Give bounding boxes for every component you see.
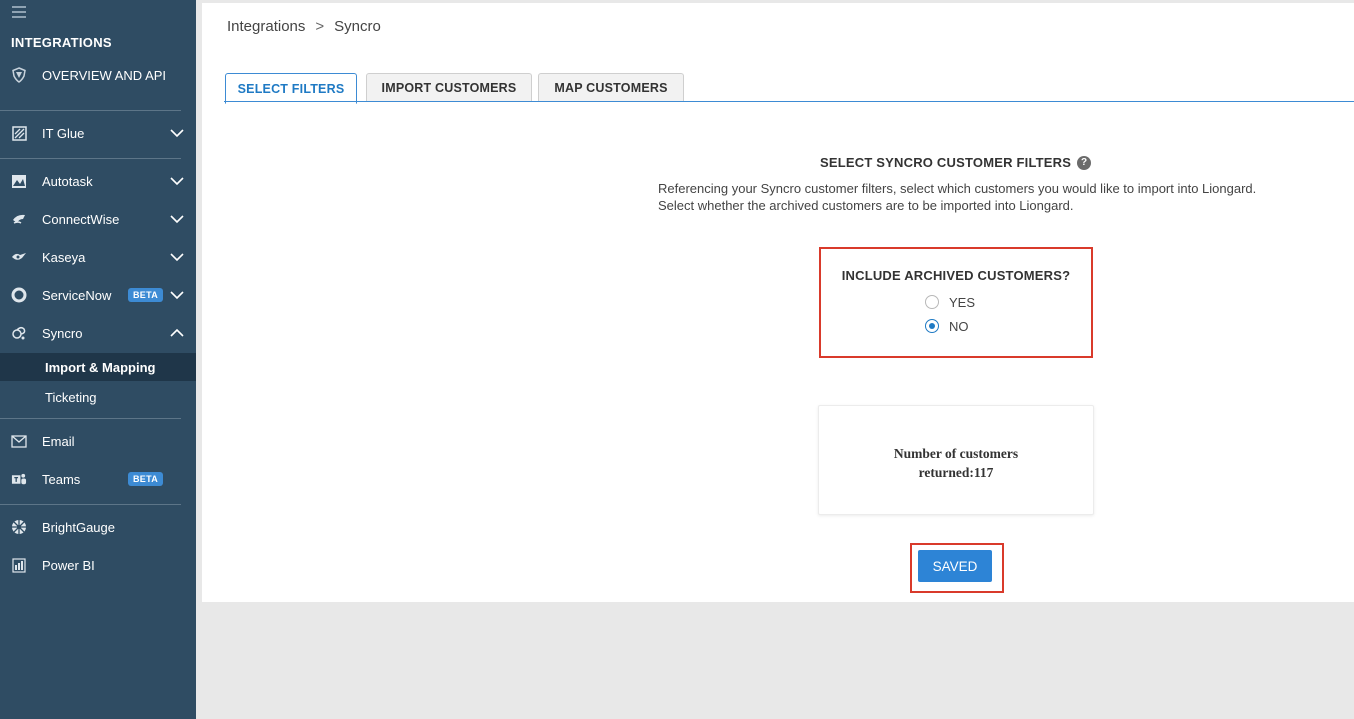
itglue-icon <box>11 125 27 141</box>
sidebar-item-teams[interactable]: Teams BETA <box>0 462 196 496</box>
chevron-up-icon <box>170 328 184 337</box>
sidebar-item-label: Power BI <box>42 557 95 573</box>
divider <box>0 504 181 505</box>
help-icon[interactable]: ? <box>1077 155 1092 170</box>
sidebar-item-brightgauge[interactable]: BrightGauge <box>0 510 196 544</box>
customer-count-text: Number of customers returned:117 <box>819 444 1093 482</box>
sidebar-item-autotask[interactable]: Autotask <box>0 164 196 198</box>
connectwise-icon <box>11 211 27 227</box>
syncro-icon <box>11 325 27 341</box>
filters-description: Referencing your Syncro customer filters… <box>658 181 1257 213</box>
sidebar-title: INTEGRATIONS <box>11 35 112 50</box>
customer-count-line1: Number of customers <box>893 446 1019 461</box>
tabs-underline <box>224 101 1354 102</box>
breadcrumb-separator: > <box>315 18 325 35</box>
radio-yes-label: YES <box>949 294 976 310</box>
chevron-down-icon <box>170 177 184 186</box>
sidebar-item-powerbi[interactable]: Power BI <box>0 548 196 582</box>
main-panel: Integrations > Syncro SELECT FILTERS IMPOR… <box>202 3 1354 602</box>
chevron-down-icon <box>170 291 184 300</box>
shield-icon <box>11 67 27 83</box>
sidebar-item-label: Syncro <box>42 325 83 341</box>
sidebar-item-email[interactable]: Email <box>0 424 196 458</box>
sidebar-item-label: Teams <box>42 471 81 487</box>
radio-no-label: NO <box>949 318 969 334</box>
sidebar-item-itglue[interactable]: IT Glue <box>0 116 196 150</box>
radio-yes-circle[interactable] <box>925 295 939 309</box>
sidebar-item-label: Kaseya <box>42 249 86 265</box>
customer-count-card: Number of customers returned:117 <box>818 405 1094 515</box>
tab-map-customers[interactable]: MAP CUSTOMERS <box>538 73 684 102</box>
sidebar-item-label: Autotask <box>42 173 93 189</box>
sidebar-item-kaseya[interactable]: Kaseya <box>0 240 196 274</box>
sidebar-subitem-ticketing[interactable]: Ticketing <box>0 383 196 411</box>
filters-title: SELECT SYNCRO CUSTOMER FILTERS ? <box>820 155 1092 170</box>
chevron-down-icon <box>170 129 184 138</box>
brightgauge-icon <box>11 519 27 535</box>
sidebar-item-label: Email <box>42 433 75 449</box>
chevron-down-icon <box>170 215 184 224</box>
mail-icon <box>11 433 27 449</box>
sidebar-item-label: ServiceNow <box>42 287 112 303</box>
divider <box>0 418 181 419</box>
menu-icon[interactable] <box>12 6 26 20</box>
chevron-down-icon <box>170 253 184 262</box>
breadcrumb-current: Syncro <box>334 18 381 35</box>
breadcrumb-link-integrations[interactable]: Integrations <box>227 18 305 35</box>
customer-count-line2: returned:117 <box>918 465 994 480</box>
sidebar-item-overview[interactable]: OVERVIEW AND API <box>0 58 196 92</box>
sidebar-subitem-label: Ticketing <box>45 389 97 405</box>
sidebar-item-label: IT Glue <box>42 125 85 141</box>
archived-customers-box: INCLUDE ARCHIVED CUSTOMERS? YES NO <box>819 247 1093 358</box>
sidebar-subitem-import-mapping[interactable]: Import & Mapping <box>0 353 196 381</box>
tab-select-filters[interactable]: SELECT FILTERS <box>225 73 357 104</box>
kaseya-icon <box>11 249 27 265</box>
sidebar-item-syncro[interactable]: Syncro <box>0 316 196 350</box>
archived-question: INCLUDE ARCHIVED CUSTOMERS? <box>841 268 1071 283</box>
saved-button[interactable]: SAVED <box>918 550 992 582</box>
radio-no-circle[interactable] <box>925 319 939 333</box>
tab-import-customers[interactable]: IMPORT CUSTOMERS <box>366 73 532 102</box>
sidebar-item-servicenow[interactable]: ServiceNow BETA <box>0 278 196 312</box>
sidebar-subitem-label: Import & Mapping <box>45 359 156 375</box>
sidebar-item-label: OVERVIEW AND API <box>42 67 167 83</box>
breadcrumb: Integrations > Syncro <box>227 18 381 35</box>
autotask-icon <box>11 173 27 189</box>
sidebar: INTEGRATIONS OVERVIEW AND API IT Glue Au… <box>0 0 196 719</box>
filters-title-text: SELECT SYNCRO CUSTOMER FILTERS <box>820 155 1072 170</box>
sidebar-item-label: ConnectWise <box>42 211 120 227</box>
save-highlight: SAVED <box>910 543 1004 593</box>
radio-no[interactable]: NO <box>925 318 969 334</box>
beta-badge: BETA <box>128 472 164 486</box>
divider <box>0 110 181 111</box>
powerbi-icon <box>11 557 27 573</box>
sidebar-item-label: BrightGauge <box>42 519 115 535</box>
radio-yes[interactable]: YES <box>925 294 975 310</box>
servicenow-icon <box>11 287 27 303</box>
beta-badge: BETA <box>128 288 164 302</box>
teams-icon <box>11 471 27 487</box>
divider <box>0 158 181 159</box>
sidebar-item-connectwise[interactable]: ConnectWise <box>0 202 196 236</box>
